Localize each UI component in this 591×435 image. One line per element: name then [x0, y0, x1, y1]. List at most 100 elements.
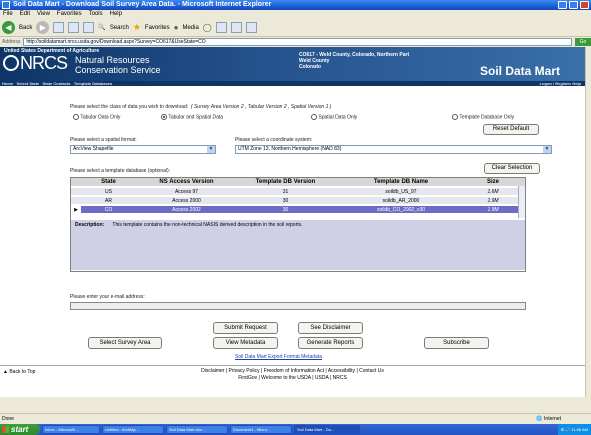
class-prompt: Please select the class of data you wish… — [70, 104, 332, 110]
start-button[interactable]: start — [0, 424, 40, 435]
history-icon[interactable]: ◯ — [203, 23, 212, 32]
back-label[interactable]: Back — [19, 25, 32, 31]
see-disclaimer-button[interactable]: See Disclaimer — [298, 322, 363, 334]
menu-file[interactable]: File — [3, 10, 13, 19]
print-icon[interactable] — [230, 22, 242, 33]
favorites-star-icon[interactable]: ★ — [133, 22, 141, 33]
option-tabular-spatial[interactable]: Tabular and Spatial Data — [161, 114, 223, 120]
maximize-button[interactable] — [569, 1, 578, 9]
tabular-only-radio[interactable] — [73, 114, 79, 120]
status-bar: Done 🌐 Internet — [0, 413, 591, 423]
option-template-only[interactable]: Template Database Only — [452, 114, 514, 120]
nav-template-databases[interactable]: Template Databases — [74, 81, 112, 86]
org-line1: Natural Resources — [75, 55, 150, 65]
close-button[interactable] — [580, 1, 589, 9]
favorites-label[interactable]: Favorites — [145, 25, 170, 31]
nav-select-state[interactable]: Select State — [16, 81, 39, 86]
task-inbox[interactable]: Inbox - Microsoft ... — [42, 425, 100, 434]
spatial-format-label: Please select a spatial format: — [70, 137, 137, 143]
nav-home[interactable]: Home — [0, 81, 13, 86]
option-tabular-only[interactable]: Tabular Data Only — [73, 114, 120, 120]
option-spatial-only[interactable]: Spatial Data Only — [311, 114, 357, 120]
menu-tools[interactable]: Tools — [89, 10, 103, 19]
table-row[interactable]: AR Access 2000 30 soildb_AR_2000 1.9M — [71, 197, 525, 205]
email-field[interactable] — [70, 302, 526, 310]
subscribe-button[interactable]: Subscribe — [424, 337, 489, 349]
status-text: Done — [2, 416, 14, 422]
grid-header: State NS Access Version Template DB Vers… — [71, 178, 525, 186]
metadata-link[interactable]: Soil Data Mart Export Format Metadata — [235, 354, 322, 360]
nrcs-logo-text: NRCS — [20, 53, 68, 73]
minimize-button[interactable] — [558, 1, 567, 9]
footer-divider — [0, 365, 585, 366]
menu-favorites[interactable]: Favorites — [57, 10, 82, 19]
address-bar: Address http://soildatamart.nrcs.usda.go… — [0, 37, 591, 46]
reset-default-button[interactable]: Reset Default — [483, 124, 539, 135]
stop-icon[interactable] — [53, 22, 65, 33]
media-label[interactable]: Media — [182, 25, 198, 31]
ie-icon — [2, 1, 10, 9]
template-grid: State NS Access Version Template DB Vers… — [70, 177, 526, 272]
edit-icon[interactable] — [245, 22, 257, 33]
tabular-spatial-radio[interactable] — [161, 114, 167, 120]
menu-edit[interactable]: Edit — [20, 10, 30, 19]
refresh-icon[interactable] — [68, 22, 80, 33]
task-document1[interactable]: Document1 - Micro... — [230, 425, 292, 434]
home-icon[interactable] — [83, 22, 95, 33]
task-arcmap[interactable]: Untitled - ArcMap ... — [102, 425, 164, 434]
description-panel: Description: This template contains the … — [71, 220, 525, 270]
internet-zone: 🌐 Internet — [536, 416, 561, 422]
site-nav: Home Select State State Contacts Templat… — [0, 81, 585, 86]
mail-icon[interactable] — [215, 22, 227, 33]
go-button[interactable]: Go — [575, 37, 591, 46]
page-content: United States Department of Agriculture … — [0, 47, 585, 397]
nrcs-banner: United States Department of Agriculture … — [0, 47, 585, 81]
login-links[interactable]: Logon / Register Help — [540, 81, 581, 86]
window-title-bar: Soil Data Mart - Download Soil Survey Ar… — [0, 0, 591, 10]
search-icon[interactable]: 🔍 — [98, 24, 105, 31]
select-survey-area-button[interactable]: Select Survey Area — [88, 337, 162, 349]
nrcs-logo-icon — [3, 55, 19, 71]
footer-links-line2[interactable]: FirstGov | Welcome to the USDA | USDA | … — [0, 375, 585, 381]
task-soil-doc[interactable]: Soil Data Mart.doc ... — [166, 425, 228, 434]
clear-selection-button[interactable]: Clear Selection — [484, 163, 540, 174]
coordinate-system-select[interactable]: UTM Zone 13, Northern Hemisphere (NAD 83… — [235, 145, 552, 154]
back-arrow-icon[interactable]: ◀ — [2, 21, 15, 34]
submit-request-button[interactable]: Submit Request — [213, 322, 278, 334]
forward-arrow-icon[interactable]: ▶ — [36, 21, 50, 34]
menu-view[interactable]: View — [37, 10, 50, 19]
col-state: State — [101, 179, 116, 185]
media-icon[interactable]: ● — [174, 23, 179, 32]
window-controls — [558, 1, 589, 9]
col-access-version: NS Access Version — [159, 179, 214, 185]
nav-state-contacts[interactable]: State Contacts — [43, 81, 71, 86]
task-soil-data-mart[interactable]: Soil Data Mart - Do... — [294, 425, 360, 434]
col-template-name: Template DB Name — [373, 179, 429, 185]
col-template-version: Template DB Version — [255, 179, 316, 185]
window-title: Soil Data Mart - Download Soil Survey Ar… — [13, 1, 272, 8]
org-line2: Conservation Service — [75, 65, 161, 75]
page-scrollbar[interactable] — [585, 47, 591, 397]
description-label: Description: — [75, 222, 105, 228]
table-row[interactable]: US Access 97 31 soildb_US_97 1.6M — [71, 188, 525, 196]
view-metadata-button[interactable]: View Metadata — [213, 337, 278, 349]
description-text: This template contains the non-technical… — [112, 222, 303, 228]
taskbar: start Inbox - Microsoft ... Untitled - A… — [0, 424, 591, 435]
template-db-label: Please select a template database (optio… — [70, 168, 171, 174]
spatial-only-radio[interactable] — [311, 114, 317, 120]
col-size: Size — [486, 179, 499, 185]
address-input[interactable]: http://soildatamart.nrcs.usda.gov/Downlo… — [23, 37, 573, 46]
clock: 11:58 AM — [571, 427, 588, 432]
survey-state: Colorado — [299, 64, 321, 70]
class-versions: ( Survey Area Version 2 , Tabular Versio… — [190, 104, 332, 110]
footer-links-line1[interactable]: Disclaimer | Privacy Policy | Freedom of… — [0, 368, 585, 374]
windows-logo-icon — [2, 426, 9, 433]
chevron-down-icon: ▼ — [207, 146, 215, 153]
template-only-radio[interactable] — [452, 114, 458, 120]
menu-help[interactable]: Help — [110, 10, 122, 19]
table-row-selected[interactable]: ▶ CO Access 2002 30 soildb_CO_2002_v30 1… — [71, 206, 525, 214]
search-label[interactable]: Search — [110, 25, 129, 31]
spatial-format-select[interactable]: ArcView Shapefile ▼ — [70, 145, 216, 154]
generate-reports-button[interactable]: Generate Reports — [298, 337, 363, 349]
grid-scrollbar[interactable] — [518, 186, 525, 218]
